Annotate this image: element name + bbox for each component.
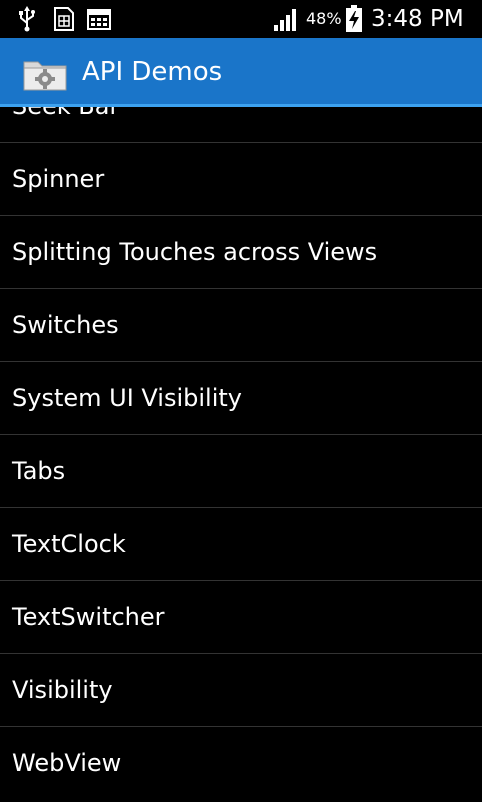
list-item[interactable]: Tabs (0, 435, 482, 508)
list-item-label: Splitting Touches across Views (12, 238, 378, 266)
clock-time: 3:48 PM (371, 6, 464, 32)
list-item[interactable]: Visibility (0, 654, 482, 727)
list-item-label: WebView (12, 749, 122, 777)
app-title: API Demos (82, 57, 223, 87)
signal-icon (272, 0, 300, 38)
list-item-label: TextClock (12, 530, 126, 558)
demo-list[interactable]: Seek Bar Spinner Splitting Touches acros… (0, 107, 482, 802)
battery-charging-icon (344, 0, 364, 38)
list-item[interactable]: Spinner (0, 143, 482, 216)
folder-gear-icon[interactable] (22, 56, 68, 92)
list-item[interactable]: TextSwitcher (0, 581, 482, 654)
list-item-label: Spinner (12, 165, 105, 193)
list-item-label: Switches (12, 311, 119, 339)
status-bar: 48% 3:48 PM (0, 0, 482, 38)
list-item-label: TextSwitcher (12, 603, 165, 631)
list-item[interactable]: TextClock (0, 508, 482, 581)
list-item-label: Visibility (12, 676, 113, 704)
list-item-label: System UI Visibility (12, 384, 242, 412)
battery-percent: 48% (306, 9, 342, 28)
list-item[interactable]: Splitting Touches across Views (0, 216, 482, 289)
list-item[interactable]: Seek Bar (0, 107, 482, 143)
list-item-label: Tabs (12, 457, 66, 485)
action-bar (0, 38, 482, 106)
sim-card-icon (52, 0, 76, 38)
list-item[interactable]: Switches (0, 289, 482, 362)
usb-icon (16, 0, 38, 38)
list-item[interactable]: System UI Visibility (0, 362, 482, 435)
calendar-icon (86, 0, 112, 38)
list-item-label: Seek Bar (12, 107, 119, 142)
list-item[interactable]: WebView (0, 727, 482, 799)
